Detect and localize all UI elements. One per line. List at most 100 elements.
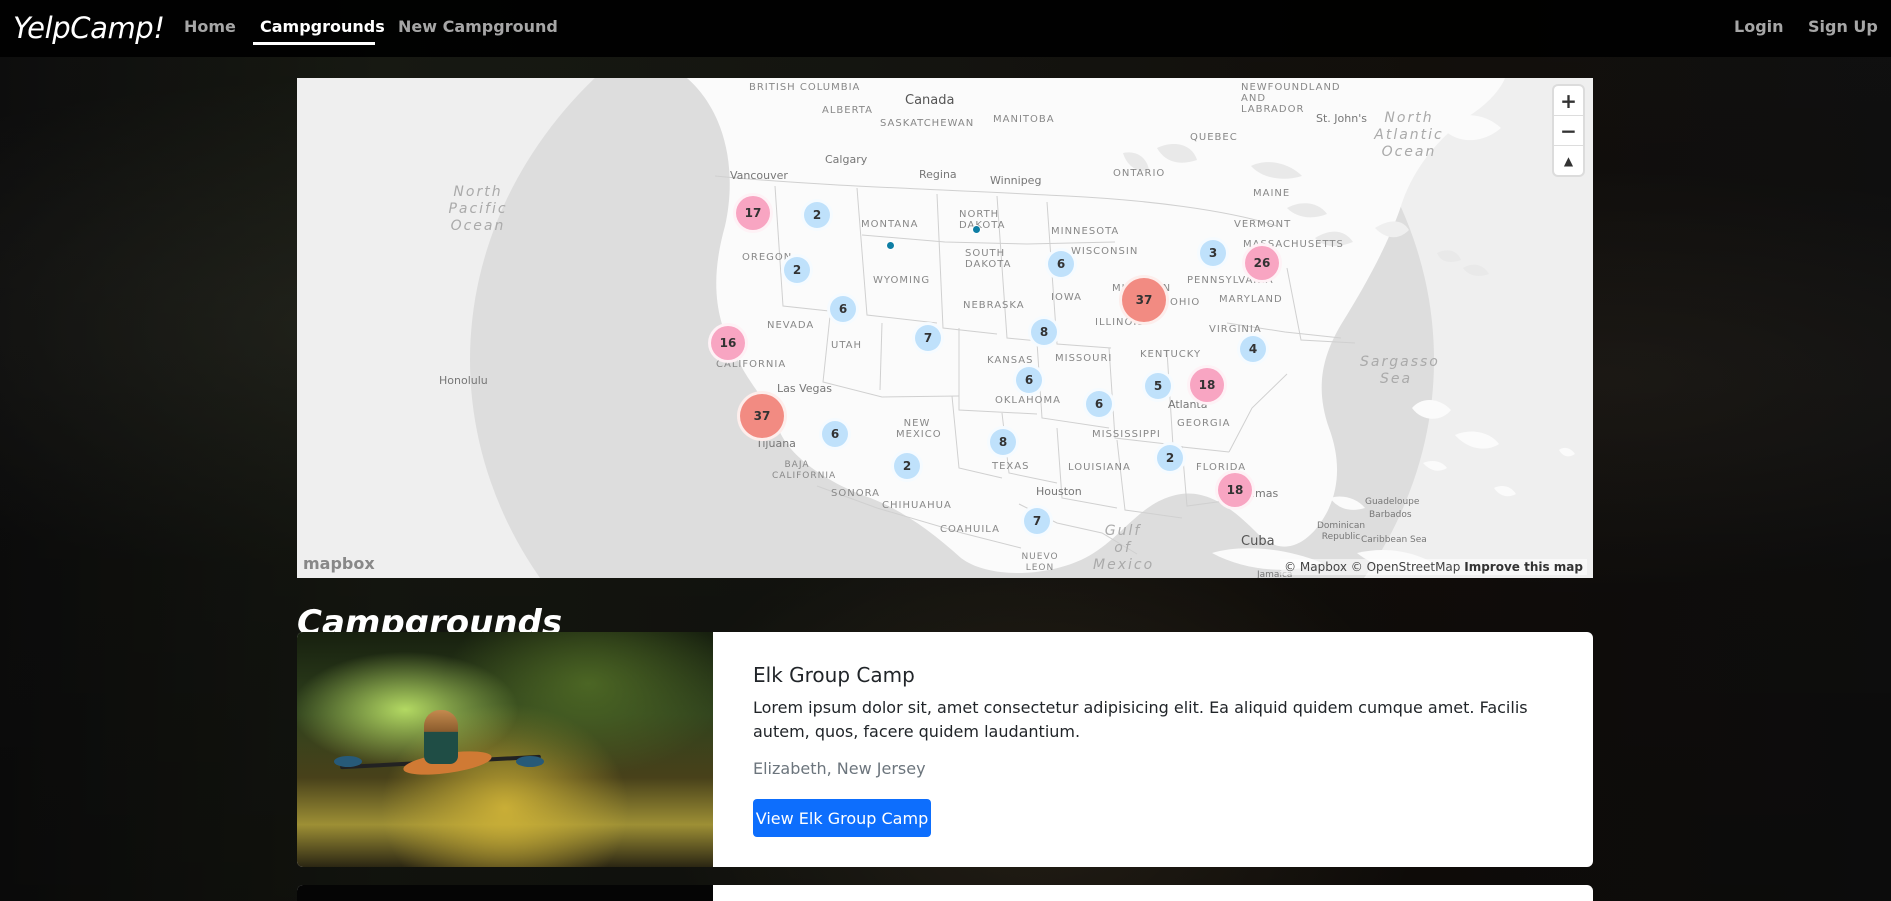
campground-card: Elk Group Camp Lorem ipsum dolor sit, am… — [297, 632, 1593, 867]
map-cluster[interactable]: 3 — [1197, 237, 1229, 269]
map-label-new-mexico: NEW MEXICO — [896, 418, 942, 440]
map-cluster[interactable]: 17 — [733, 193, 773, 233]
map-cluster[interactable]: 6 — [819, 418, 851, 450]
map-label-ontario: ONTARIO — [1113, 168, 1166, 179]
map-cluster[interactable]: 2 — [801, 199, 833, 231]
map-cluster[interactable]: 2 — [891, 450, 923, 482]
map-cluster[interactable]: 2 — [781, 254, 813, 286]
map-label-minnesota: MINNESOTA — [1051, 226, 1120, 237]
map-label-st-johns: St. John's — [1316, 112, 1367, 125]
campground-location: Elizabeth, New Jersey — [753, 759, 926, 778]
map-label-calgary: Calgary — [825, 153, 868, 166]
map-label-chihuahua: CHIHUAHUA — [882, 500, 952, 511]
map-label-south-dakota: SOUTH DAKOTA — [965, 248, 1012, 270]
map-cluster[interactable]: 16 — [708, 323, 748, 363]
map-cluster[interactable]: 7 — [1021, 505, 1053, 537]
map-label-guadeloupe: Guadeloupe — [1365, 497, 1420, 507]
map-label-gulf-of-mexico: Gulf of Mexico — [1093, 523, 1155, 573]
map-label-georgia: GEORGIA — [1177, 418, 1231, 429]
map-cluster[interactable]: 6 — [1083, 388, 1115, 420]
map-cluster[interactable]: 5 — [1142, 370, 1174, 402]
paddle-blade-left — [334, 756, 362, 767]
next-campground-image — [297, 885, 713, 901]
kayaker-shape — [424, 710, 458, 764]
map-label-louisiana: LOUISIANA — [1068, 462, 1131, 473]
map-label-oklahoma: OKLAHOMA — [995, 395, 1061, 406]
campground-point[interactable] — [886, 241, 895, 250]
map-attribution-text[interactable]: © Mapbox © OpenStreetMap — [1284, 560, 1460, 574]
map-label-north-dakota: NORTH DAKOTA — [959, 209, 1006, 231]
map-label-mississippi: MISSISSIPPI — [1092, 429, 1161, 440]
campground-description: Lorem ipsum dolor sit, amet consectetur … — [753, 698, 1528, 741]
map-label-kentucky: KENTUCKY — [1140, 349, 1202, 360]
map-cluster[interactable]: 4 — [1237, 333, 1269, 365]
mapbox-logo[interactable]: mapbox — [303, 554, 375, 573]
map-cluster[interactable]: 18 — [1187, 365, 1227, 405]
campground-title: Elk Group Camp — [753, 663, 915, 687]
signup-link[interactable]: Sign Up — [1808, 17, 1878, 36]
map-label-winnipeg: Winnipeg — [990, 174, 1042, 187]
map-cluster[interactable]: 8 — [1028, 316, 1060, 348]
map-label-newfoundland: NEWFOUNDLAND AND LABRADOR — [1241, 82, 1341, 115]
map-label-houston: Houston — [1036, 485, 1082, 498]
zoom-in-button[interactable]: + — [1554, 86, 1583, 116]
zoom-out-button[interactable]: − — [1554, 116, 1583, 146]
map-label-nevada: NEVADA — [767, 320, 815, 331]
map-navigation-control: + − ▲ — [1554, 86, 1583, 175]
view-campground-button[interactable]: View Elk Group Camp — [753, 799, 931, 837]
login-link[interactable]: Login — [1734, 17, 1784, 36]
next-campground-card — [297, 885, 1593, 901]
map-label-alberta: ALBERTA — [822, 105, 873, 116]
cluster-map[interactable]: BRITISH COLUMBIA Canada ALBERTA SASKATCH… — [297, 78, 1593, 578]
campground-image — [297, 632, 713, 867]
map-cluster[interactable]: 6 — [827, 293, 859, 325]
top-navbar: YelpCamp! Home Campgrounds New Campgroun… — [0, 0, 1891, 57]
map-label-canada: Canada — [905, 93, 955, 108]
map-cluster[interactable]: 37 — [737, 391, 787, 441]
map-label-baja-california: BAJA CALIFORNIA — [772, 460, 837, 481]
map-label-vancouver: Vancouver — [730, 169, 788, 182]
map-cluster[interactable]: 37 — [1119, 275, 1169, 325]
map-cluster[interactable]: 7 — [912, 322, 944, 354]
map-cluster[interactable]: 8 — [987, 426, 1019, 458]
map-attribution: © Mapbox © OpenStreetMap Improve this ma… — [1280, 559, 1587, 575]
map-label-regina: Regina — [919, 168, 957, 181]
map-label-missouri: MISSOURI — [1055, 353, 1113, 364]
nav-campgrounds-link[interactable]: Campgrounds — [260, 17, 385, 36]
brand-logo[interactable]: YelpCamp! — [13, 11, 165, 45]
map-label-wyoming: WYOMING — [873, 275, 931, 286]
active-nav-underline — [253, 42, 375, 45]
map-label-barbados: Barbados — [1369, 510, 1412, 520]
map-cluster[interactable]: 6 — [1013, 364, 1045, 396]
reset-north-button[interactable]: ▲ — [1554, 146, 1583, 175]
map-label-north-atlantic-ocean: North Atlantic Ocean — [1374, 110, 1444, 160]
map-label-north-pacific-ocean: North Pacific Ocean — [448, 184, 508, 234]
map-label-nebraska: NEBRASKA — [963, 300, 1025, 311]
map-label-montana: MONTANA — [861, 219, 919, 230]
map-cluster[interactable]: 18 — [1215, 470, 1255, 510]
paddle-blade-right — [516, 756, 544, 767]
nav-new-campground-link[interactable]: New Campground — [398, 17, 558, 36]
map-cluster[interactable]: 2 — [1154, 442, 1186, 474]
map-cluster[interactable]: 26 — [1242, 243, 1282, 283]
map-label-saskatchewan: SASKATCHEWAN — [880, 118, 975, 129]
map-label-cuba: Cuba — [1241, 534, 1275, 549]
map-label-wisconsin: WISCONSIN — [1071, 246, 1139, 257]
map-label-maryland: MARYLAND — [1219, 294, 1283, 305]
map-label-sonora: SONORA — [831, 488, 880, 499]
map-label-coahuila: COAHUILA — [940, 524, 1000, 535]
map-label-manitoba: MANITOBA — [993, 114, 1055, 125]
map-label-honolulu: Honolulu — [439, 374, 488, 387]
map-label-ohio: OHIO — [1170, 297, 1201, 308]
improve-map-link[interactable]: Improve this map — [1464, 560, 1583, 574]
nav-home-link[interactable]: Home — [184, 17, 236, 36]
map-label-nuevo-leon: NUEVO LEON — [1021, 552, 1059, 573]
campground-point[interactable] — [972, 225, 981, 234]
campground-card-body: Elk Group Camp Lorem ipsum dolor sit, am… — [753, 663, 1568, 778]
map-label-british-columbia: BRITISH COLUMBIA — [749, 82, 861, 93]
map-cluster[interactable]: 6 — [1045, 248, 1077, 280]
map-label-las-vegas: Las Vegas — [777, 382, 832, 395]
map-label-maine: MAINE — [1253, 188, 1291, 199]
map-label-utah: UTAH — [831, 340, 863, 351]
map-label-texas: TEXAS — [992, 461, 1030, 472]
